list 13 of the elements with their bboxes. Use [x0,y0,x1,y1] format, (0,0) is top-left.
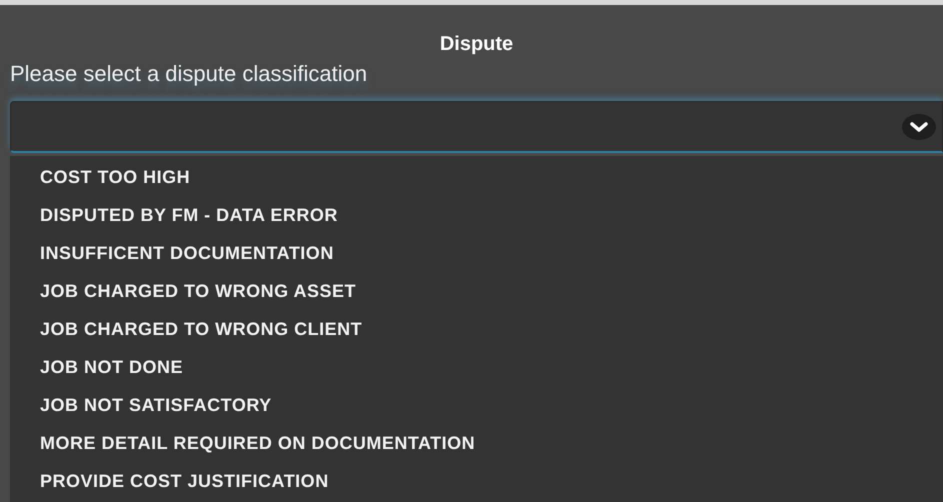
dropdown-option[interactable]: INSUFFICENT DOCUMENTATION [10,234,943,272]
dropdown-field[interactable] [10,101,943,153]
dropdown-option[interactable]: COST TOO HIGH [10,158,943,196]
dropdown-option[interactable]: PROVIDE COST JUSTIFICATION [10,462,943,500]
dropdown-option[interactable]: JOB CHARGED TO WRONG CLIENT [10,310,943,348]
dropdown-option[interactable]: DISPUTED BY FM - DATA ERROR [10,196,943,234]
dialog-title: Dispute [438,33,514,57]
dropdown-option[interactable]: MORE DETAIL REQUIRED ON DOCUMENTATION [10,424,943,462]
dropdown-option[interactable]: JOB NOT DONE [10,348,943,386]
chevron-down-icon [902,114,936,140]
dropdown-option[interactable]: JOB NOT SATISFACTORY [10,386,943,424]
prompt-label: Please select a dispute classification [9,61,368,88]
dropdown-option[interactable]: JOB CHARGED TO WRONG ASSET [10,272,943,310]
